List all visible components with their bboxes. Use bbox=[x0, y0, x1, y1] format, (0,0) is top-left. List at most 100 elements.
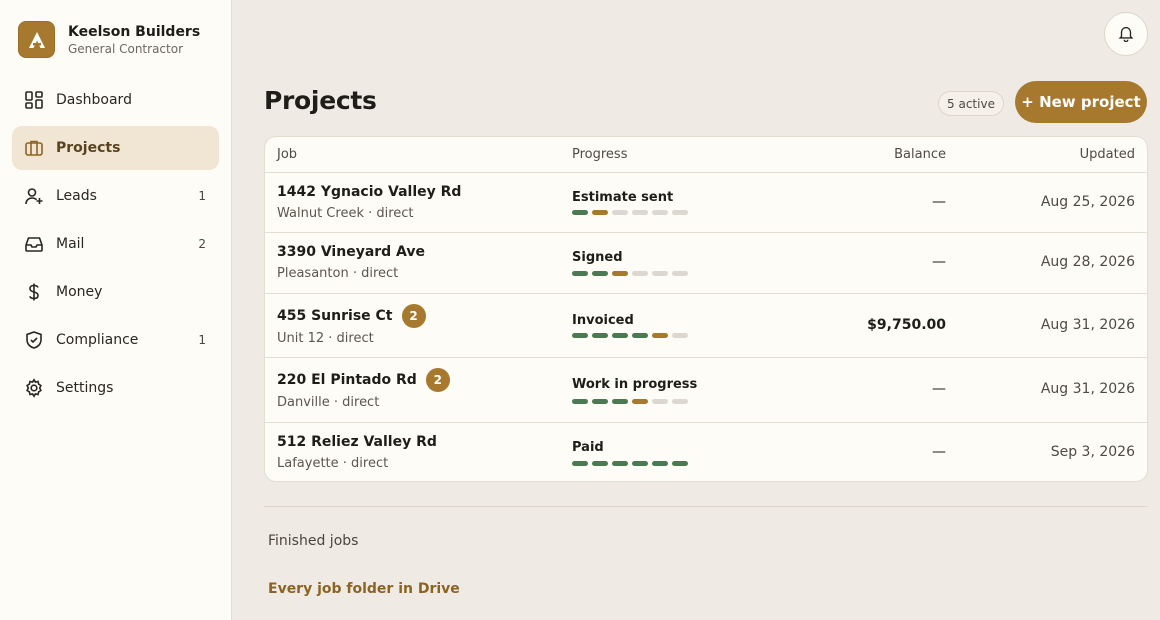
section-divider bbox=[264, 506, 1148, 507]
balance-value: — bbox=[932, 381, 946, 397]
drive-folder-link[interactable]: Every job folder in Drive bbox=[268, 581, 460, 597]
progress-bar bbox=[572, 210, 692, 215]
job-notification-badge: 2 bbox=[401, 304, 426, 328]
sidebar-item-count: 1 bbox=[198, 189, 206, 203]
progress-segment bbox=[672, 210, 688, 215]
sidebar-item-leads[interactable]: Leads 1 bbox=[12, 174, 219, 218]
progress-segment bbox=[612, 399, 628, 404]
sidebar: Keelson Builders General Contractor Dash… bbox=[0, 0, 232, 620]
progress-segment bbox=[592, 210, 608, 215]
progress-status: Signed bbox=[572, 250, 623, 265]
job-location: Pleasanton · direct bbox=[277, 266, 399, 281]
column-header-progress: Progress bbox=[572, 147, 628, 162]
table-row[interactable]: 3390 Vineyard Ave Pleasanton · direct Si… bbox=[265, 233, 1147, 294]
brand[interactable]: Keelson Builders General Contractor bbox=[18, 21, 200, 58]
brand-subtitle: General Contractor bbox=[68, 41, 184, 56]
sidebar-item-count: 1 bbox=[198, 333, 206, 347]
progress-segment bbox=[572, 399, 588, 404]
progress-segment bbox=[672, 461, 688, 466]
progress-segment bbox=[652, 210, 668, 215]
sidebar-item-label: Compliance bbox=[56, 332, 139, 348]
updated-date: Aug 25, 2026 bbox=[1040, 194, 1135, 210]
progress-segment bbox=[632, 333, 648, 338]
job-location: Unit 12 · direct bbox=[277, 331, 374, 346]
progress-status: Invoiced bbox=[572, 313, 634, 328]
table-header: Job Progress Balance Updated bbox=[265, 137, 1147, 173]
table-row[interactable]: 512 Reliez Valley Rd Lafayette · direct … bbox=[265, 423, 1147, 481]
progress-bar bbox=[572, 333, 692, 338]
job-title: 220 El Pintado Rd 2 bbox=[277, 368, 450, 392]
sidebar-item-settings[interactable]: Settings bbox=[12, 366, 219, 410]
job-title: 455 Sunrise Ct 2 bbox=[277, 304, 426, 328]
progress-segment bbox=[572, 271, 588, 276]
progress-segment bbox=[672, 333, 688, 338]
balance-value: — bbox=[932, 194, 946, 210]
page-title: Projects bbox=[264, 86, 377, 115]
column-header-balance: Balance bbox=[894, 147, 946, 162]
progress-segment bbox=[672, 271, 688, 276]
sidebar-item-label: Settings bbox=[56, 380, 114, 396]
progress-status: Estimate sent bbox=[572, 190, 674, 205]
progress-segment bbox=[572, 210, 588, 215]
progress-segment bbox=[612, 271, 628, 276]
job-address: 1442 Ygnacio Valley Rd bbox=[277, 184, 462, 200]
job-notification-badge: 2 bbox=[425, 368, 450, 392]
progress-segment bbox=[592, 271, 608, 276]
progress-segment bbox=[572, 333, 588, 338]
progress-status: Work in progress bbox=[572, 377, 698, 392]
sidebar-nav: Dashboard Projects Leads 1 Mail 2 Money … bbox=[12, 78, 219, 414]
sidebar-item-projects[interactable]: Projects bbox=[12, 126, 219, 170]
dashboard-icon bbox=[24, 90, 44, 110]
progress-segment bbox=[592, 333, 608, 338]
updated-date: Aug 31, 2026 bbox=[1040, 317, 1135, 333]
sidebar-item-label: Leads bbox=[56, 188, 97, 204]
job-location: Danville · direct bbox=[277, 395, 380, 410]
table-row[interactable]: 1442 Ygnacio Valley Rd Walnut Creek · di… bbox=[265, 173, 1147, 233]
sidebar-item-label: Mail bbox=[56, 236, 85, 252]
job-title: 512 Reliez Valley Rd bbox=[277, 434, 437, 450]
new-project-button[interactable]: + New project bbox=[1015, 81, 1147, 123]
sidebar-item-compliance[interactable]: Compliance 1 bbox=[12, 318, 219, 362]
progress-segment bbox=[632, 461, 648, 466]
progress-segment bbox=[612, 461, 628, 466]
job-location: Walnut Creek · direct bbox=[277, 206, 414, 221]
updated-date: Aug 28, 2026 bbox=[1040, 254, 1135, 270]
progress-segment bbox=[592, 461, 608, 466]
notifications-button[interactable] bbox=[1104, 12, 1148, 56]
sidebar-item-count: 2 bbox=[198, 237, 206, 251]
progress-bar bbox=[572, 399, 692, 404]
finished-jobs-toggle[interactable]: Finished jobs bbox=[268, 533, 358, 549]
sidebar-item-money[interactable]: Money bbox=[12, 270, 219, 314]
column-header-updated: Updated bbox=[1079, 147, 1135, 162]
table-row[interactable]: 220 El Pintado Rd 2 Danville · direct Wo… bbox=[265, 358, 1147, 423]
progress-segment bbox=[632, 271, 648, 276]
sidebar-item-label: Money bbox=[56, 284, 103, 300]
job-title: 1442 Ygnacio Valley Rd bbox=[277, 184, 461, 200]
progress-segment bbox=[652, 271, 668, 276]
progress-bar bbox=[572, 271, 692, 276]
brand-name: Keelson Builders bbox=[68, 23, 201, 40]
progress-segment bbox=[672, 399, 688, 404]
progress-segment bbox=[612, 333, 628, 338]
user-plus-icon bbox=[24, 186, 44, 206]
briefcase-icon bbox=[24, 138, 44, 158]
sidebar-item-mail[interactable]: Mail 2 bbox=[12, 222, 219, 266]
progress-segment bbox=[632, 399, 648, 404]
table-row[interactable]: 455 Sunrise Ct 2 Unit 12 · direct Invoic… bbox=[265, 294, 1147, 358]
progress-segment bbox=[612, 210, 628, 215]
progress-status: Paid bbox=[572, 440, 604, 455]
progress-segment bbox=[652, 399, 668, 404]
gear-icon bbox=[24, 378, 44, 398]
brand-a-icon bbox=[28, 31, 45, 48]
balance-value: $9,750.00 bbox=[867, 317, 946, 333]
job-title: 3390 Vineyard Ave bbox=[277, 244, 425, 260]
dollar-icon bbox=[24, 282, 44, 302]
progress-segment bbox=[572, 461, 588, 466]
balance-value: — bbox=[932, 254, 946, 270]
column-header-job: Job bbox=[277, 147, 298, 162]
updated-date: Aug 31, 2026 bbox=[1040, 381, 1135, 397]
sidebar-item-dashboard[interactable]: Dashboard bbox=[12, 78, 219, 122]
progress-segment bbox=[592, 399, 608, 404]
updated-date: Sep 3, 2026 bbox=[1050, 444, 1135, 460]
bell-icon bbox=[1117, 24, 1135, 45]
